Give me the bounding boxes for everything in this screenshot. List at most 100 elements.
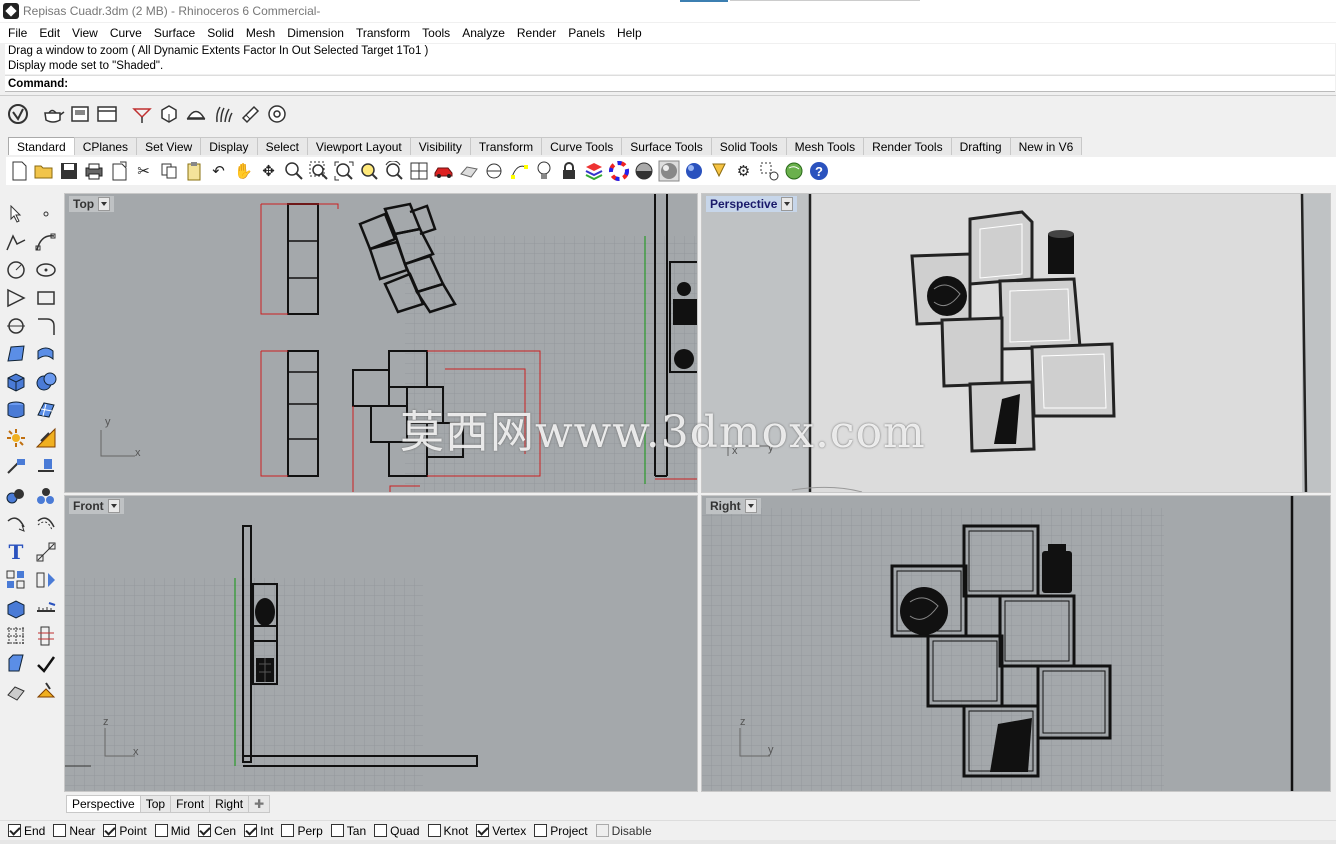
zoom-extents-icon[interactable] [331,159,356,183]
rotate-view-icon[interactable] [381,159,406,183]
menu-dimension[interactable]: Dimension [281,26,350,40]
viewport-title-front[interactable]: Front [69,498,124,514]
viewport-front[interactable]: Front z x [64,495,698,792]
surface-extrude-icon[interactable] [32,341,60,367]
command-input[interactable] [75,78,1276,90]
window-icon[interactable] [95,102,119,126]
checkbox-checked-icon[interactable] [198,824,212,837]
undo-icon[interactable]: ↶ [206,159,231,183]
proxy-icon[interactable] [157,102,181,126]
surface-corner-icon[interactable] [2,341,30,367]
tab-surface-tools[interactable]: Surface Tools [621,137,712,155]
material-sphere-icon[interactable] [631,159,656,183]
car-icon[interactable] [431,159,456,183]
check-icon[interactable] [32,651,60,677]
render-icon[interactable] [32,679,60,705]
menu-file[interactable]: File [2,26,33,40]
checkbox-checked-icon[interactable] [8,824,21,837]
four-view-icon[interactable] [406,159,431,183]
checkbox-icon[interactable] [427,824,441,837]
chevron-down-icon[interactable] [781,197,794,211]
vptab-top[interactable]: Top [139,795,172,813]
ellipse-icon[interactable] [32,257,60,283]
mirror-icon[interactable] [32,567,60,593]
array-icon[interactable] [2,567,30,593]
osnap-cen[interactable]: Cen [198,824,236,838]
vptab-front[interactable]: Front [170,795,211,813]
tab-mesh-tools[interactable]: Mesh Tools [785,137,865,155]
rectangle-icon[interactable] [32,285,60,311]
osnap-mid[interactable]: Mid [154,824,190,838]
light-icon[interactable] [130,102,154,126]
explode-icon[interactable] [2,425,30,451]
menu-panels[interactable]: Panels [562,26,611,40]
tab-select[interactable]: Select [256,137,308,155]
dome-light-icon[interactable] [184,102,208,126]
viewport-top[interactable]: Top y x [64,193,698,493]
chevron-down-icon[interactable] [107,499,120,513]
grid-snap-icon[interactable] [2,623,30,649]
menu-solid[interactable]: Solid [201,26,240,40]
point-icon[interactable] [32,201,60,227]
cylinder-icon[interactable] [2,397,30,423]
zoom-window-icon[interactable] [306,159,331,183]
chevron-down-icon[interactable] [744,499,757,513]
osnap-near[interactable]: Near [53,824,95,838]
paste-icon[interactable] [181,159,206,183]
polygon-icon[interactable] [2,285,30,311]
viewport-title-right[interactable]: Right [706,498,761,514]
shade-icon[interactable] [2,679,30,705]
menu-edit[interactable]: Edit [33,26,66,40]
viewport-title-perspective[interactable]: Perspective [706,196,798,212]
vptab-right[interactable]: Right [209,795,250,813]
arc-icon[interactable] [2,313,30,339]
trim-icon[interactable] [2,453,30,479]
osnap-perp[interactable]: Perp [281,824,323,838]
options-gears-icon[interactable]: ⚙ [731,159,756,183]
points-on-icon[interactable] [506,159,531,183]
osnap-disable[interactable]: Disable [595,824,652,838]
move-view-icon[interactable]: ✥ [256,159,281,183]
osnap-tan[interactable]: Tan [330,824,366,838]
import-icon[interactable] [106,159,131,183]
light-bulb-icon[interactable] [531,159,556,183]
text-icon[interactable]: T [2,539,30,565]
render-brush-icon[interactable] [706,159,731,183]
shaded-sphere-icon[interactable] [656,159,681,183]
help-icon[interactable]: ? [806,159,831,183]
menu-render[interactable]: Render [511,26,562,40]
split-icon[interactable] [32,453,60,479]
frame-buffer-icon[interactable] [68,102,92,126]
globe-icon[interactable] [781,159,806,183]
tab-visibility[interactable]: Visibility [409,137,471,155]
viewport-perspective[interactable]: Perspective x y [701,193,1331,493]
osnap-end[interactable]: End [8,824,45,838]
select-curve-icon[interactable] [481,159,506,183]
tab-standard[interactable]: Standard [8,137,75,155]
fur-icon[interactable] [211,102,235,126]
tab-render-tools[interactable]: Render Tools [863,137,952,155]
menu-mesh[interactable]: Mesh [240,26,281,40]
viewport-title-top[interactable]: Top [69,196,115,212]
add-viewport-tab-icon[interactable]: ✚ [248,795,271,813]
new-file-icon[interactable] [6,159,31,183]
osnap-project[interactable]: Project [534,824,588,838]
save-icon[interactable] [56,159,81,183]
dimension-icon[interactable] [32,539,60,565]
rebuild-curve-icon[interactable] [2,511,30,537]
cut-icon[interactable]: ✂ [131,159,156,183]
copy-icon[interactable] [156,159,181,183]
boolean-split-icon[interactable] [32,425,60,451]
circle-icon[interactable] [2,257,30,283]
checkbox-checked-icon[interactable] [244,824,258,837]
menu-curve[interactable]: Curve [104,26,148,40]
zoom-selected-icon[interactable] [356,159,381,183]
menu-tools[interactable]: Tools [416,26,456,40]
extrude-solid-icon[interactable] [2,595,30,621]
mesh-surface-icon[interactable] [32,397,60,423]
tab-viewport-layout[interactable]: Viewport Layout [306,137,411,155]
checkbox-icon[interactable] [53,824,67,837]
pan-hand-icon[interactable]: ✋ [231,159,256,183]
offset-curve-icon[interactable] [32,511,60,537]
zoom-dynamic-icon[interactable] [281,159,306,183]
